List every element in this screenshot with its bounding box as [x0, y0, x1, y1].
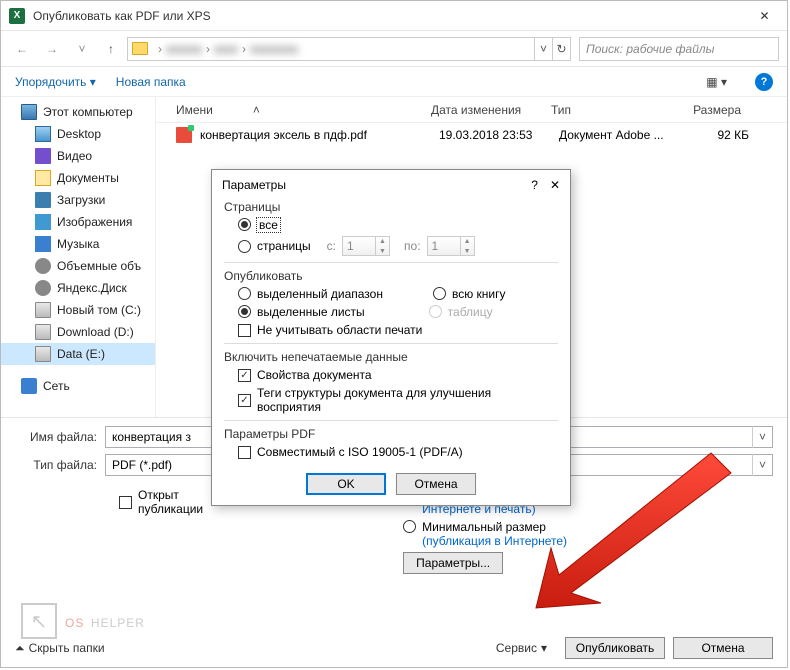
view-options[interactable]: ▦ ▾ — [706, 75, 727, 89]
toolbar: Упорядочить ▾ Новая папка ▦ ▾ ? — [1, 67, 787, 97]
filename-label: Имя файла: — [15, 430, 105, 444]
options-dialog: Параметры ? ✕ Страницы все страницы с: 1… — [211, 169, 571, 506]
pages-header: Страницы — [224, 200, 558, 214]
sidebar-item-volumes[interactable]: Объемные объ — [1, 255, 155, 277]
sidebar: Этот компьютер Desktop Видео Документы З… — [1, 97, 156, 417]
pdf-header: Параметры PDF — [224, 427, 558, 441]
folder-icon — [132, 42, 148, 55]
pages-all-radio[interactable] — [238, 218, 251, 231]
close-button[interactable]: ✕ — [742, 1, 787, 31]
dialog-close-button[interactable]: ✕ — [550, 178, 560, 192]
file-date: 19.03.2018 23:53 — [439, 128, 559, 142]
dialog-cancel-button[interactable]: Отмена — [396, 473, 476, 495]
optimize-minimal-radio[interactable] — [403, 520, 416, 533]
sidebar-item-video[interactable]: Видео — [1, 145, 155, 167]
page-to-input[interactable]: 1▲▼ — [427, 236, 475, 256]
sel-sheets-radio[interactable] — [238, 305, 251, 318]
sidebar-item-drive-e[interactable]: Data (E:) — [1, 343, 155, 365]
pages-range-radio[interactable] — [238, 240, 251, 253]
organize-button[interactable]: Упорядочить ▾ — [15, 75, 96, 89]
pdf-icon — [176, 127, 192, 143]
refresh-button[interactable]: ↻ — [552, 38, 570, 60]
open-after-label: Открытпубликации — [138, 488, 203, 516]
excel-icon: X — [9, 8, 25, 24]
file-type: Документ Adobe ... — [559, 128, 679, 142]
sidebar-item-yandex[interactable]: Яндекс.Диск — [1, 277, 155, 299]
navbar: ← → ˅ ↑ › xxxxxx› xxxx› xxxxxxxx ˅ ↻ Пои… — [1, 31, 787, 67]
sidebar-item-music[interactable]: Музыка — [1, 233, 155, 255]
path-dropdown[interactable]: ˅ — [534, 38, 552, 60]
window-title: Опубликовать как PDF или XPS — [33, 9, 742, 23]
file-row[interactable]: конвертация эксель в пдф.pdf 19.03.2018 … — [156, 123, 787, 147]
sort-icon: ˄ — [253, 103, 260, 117]
sidebar-item-network[interactable]: Сеть — [1, 375, 155, 397]
dialog-title: Параметры — [222, 178, 531, 192]
new-folder-button[interactable]: Новая папка — [116, 75, 186, 89]
options-button[interactable]: Параметры... — [403, 552, 503, 574]
service-dropdown[interactable]: Сервис ▾ — [496, 641, 547, 655]
sidebar-item-drive-d[interactable]: Download (D:) — [1, 321, 155, 343]
nonprint-header: Включить непечатаемые данные — [224, 350, 558, 364]
watermark: ↖ OS HELPER — [21, 603, 145, 639]
dialog-ok-button[interactable]: OK — [306, 473, 386, 495]
sidebar-item-desktop[interactable]: Desktop — [1, 123, 155, 145]
optimize-minimal-label: Минимальный размер (публикация в Интерне… — [422, 520, 572, 548]
table-radio — [429, 305, 442, 318]
column-headers[interactable]: Имени˄ Дата изменения Тип Размера — [156, 97, 787, 123]
pages-all-label: все — [257, 218, 280, 232]
dialog-help-button[interactable]: ? — [531, 178, 538, 192]
sidebar-item-images[interactable]: Изображения — [1, 211, 155, 233]
up-button[interactable]: ↑ — [99, 37, 123, 61]
whole-book-radio[interactable] — [433, 287, 446, 300]
sidebar-item-downloads[interactable]: Загрузки — [1, 189, 155, 211]
sel-range-radio[interactable] — [238, 287, 251, 300]
forward-button[interactable]: → — [39, 36, 65, 62]
cancel-button[interactable]: Отмена — [673, 637, 773, 659]
sidebar-item-drive-c[interactable]: Новый том (C:) — [1, 299, 155, 321]
cursor-icon: ↖ — [21, 603, 57, 639]
file-name: конвертация эксель в пдф.pdf — [200, 128, 439, 142]
struct-tags-checkbox[interactable] — [238, 394, 251, 407]
page-from-input[interactable]: 1▲▼ — [342, 236, 390, 256]
doc-props-checkbox[interactable] — [238, 369, 251, 382]
open-after-checkbox[interactable] — [119, 496, 132, 509]
recent-dropdown[interactable]: ˅ — [69, 36, 95, 62]
publish-header: Опубликовать — [224, 269, 558, 283]
search-input[interactable]: Поиск: рабочие файлы — [579, 37, 779, 61]
back-button[interactable]: ← — [9, 36, 35, 62]
path-box[interactable]: › xxxxxx› xxxx› xxxxxxxx ˅ ↻ — [127, 37, 571, 61]
iso-checkbox[interactable] — [238, 446, 251, 459]
publish-button[interactable]: Опубликовать — [565, 637, 665, 659]
pages-range-label: страницы — [257, 239, 311, 253]
ignore-print-checkbox[interactable] — [238, 324, 251, 337]
filetype-label: Тип файла: — [15, 458, 105, 472]
sidebar-item-pc[interactable]: Этот компьютер — [1, 101, 155, 123]
titlebar: X Опубликовать как PDF или XPS ✕ — [1, 1, 787, 31]
help-icon[interactable]: ? — [755, 73, 773, 91]
hide-folders-button[interactable]: ⏶ Скрыть папки — [15, 641, 105, 656]
sidebar-item-docs[interactable]: Документы — [1, 167, 155, 189]
footer: ⏶ Скрыть папки Сервис ▾ Опубликовать Отм… — [15, 637, 773, 659]
file-size: 92 КБ — [679, 128, 749, 142]
